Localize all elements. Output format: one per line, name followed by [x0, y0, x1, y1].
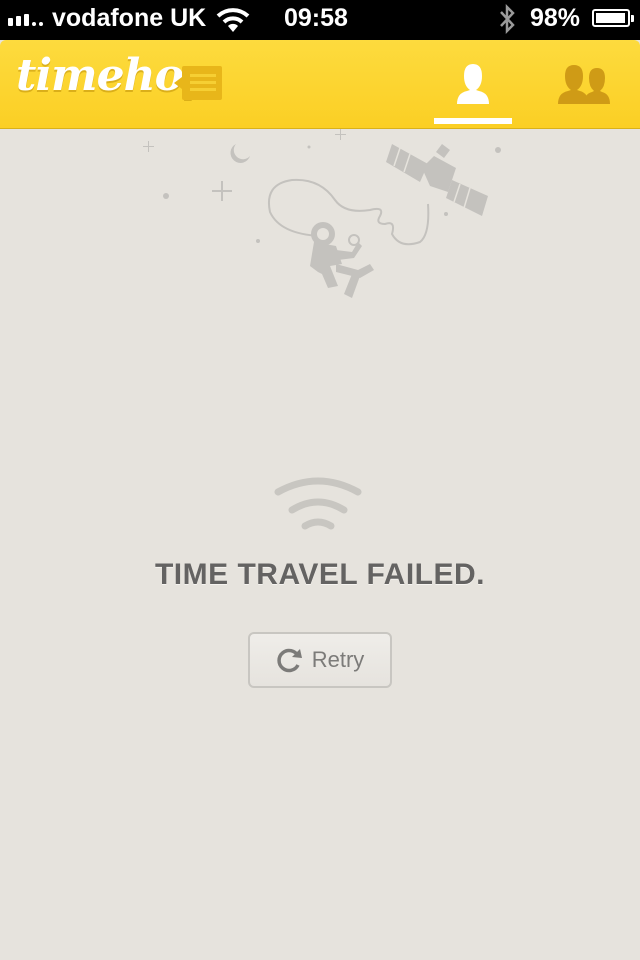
clock: 09:58: [284, 4, 348, 32]
feed-menu-icon: [174, 66, 222, 100]
astronaut-illustration: [130, 124, 510, 309]
tab-me[interactable]: [434, 40, 512, 126]
retry-button[interactable]: Retry: [248, 632, 392, 688]
wifi-icon: [216, 6, 250, 39]
battery-percentage: 98%: [530, 4, 581, 32]
signal-strength-icon: [8, 14, 43, 26]
refresh-icon: [277, 648, 302, 673]
bluetooth-icon: [498, 3, 516, 39]
app-header: timehop: [0, 40, 640, 129]
carrier-name: vodafone UK: [52, 4, 207, 32]
feed-menu-button[interactable]: [170, 64, 226, 104]
person-icon: [457, 64, 489, 104]
wifi-icon: [272, 474, 364, 534]
friends-icon: [558, 65, 610, 104]
tab-friends[interactable]: [554, 40, 616, 126]
retry-label: Retry: [311, 647, 365, 672]
battery-icon: [592, 9, 634, 27]
status-bar: vodafone UK 09:58 98%: [0, 0, 640, 40]
error-title: TIME TRAVEL FAILED.: [154, 558, 486, 591]
